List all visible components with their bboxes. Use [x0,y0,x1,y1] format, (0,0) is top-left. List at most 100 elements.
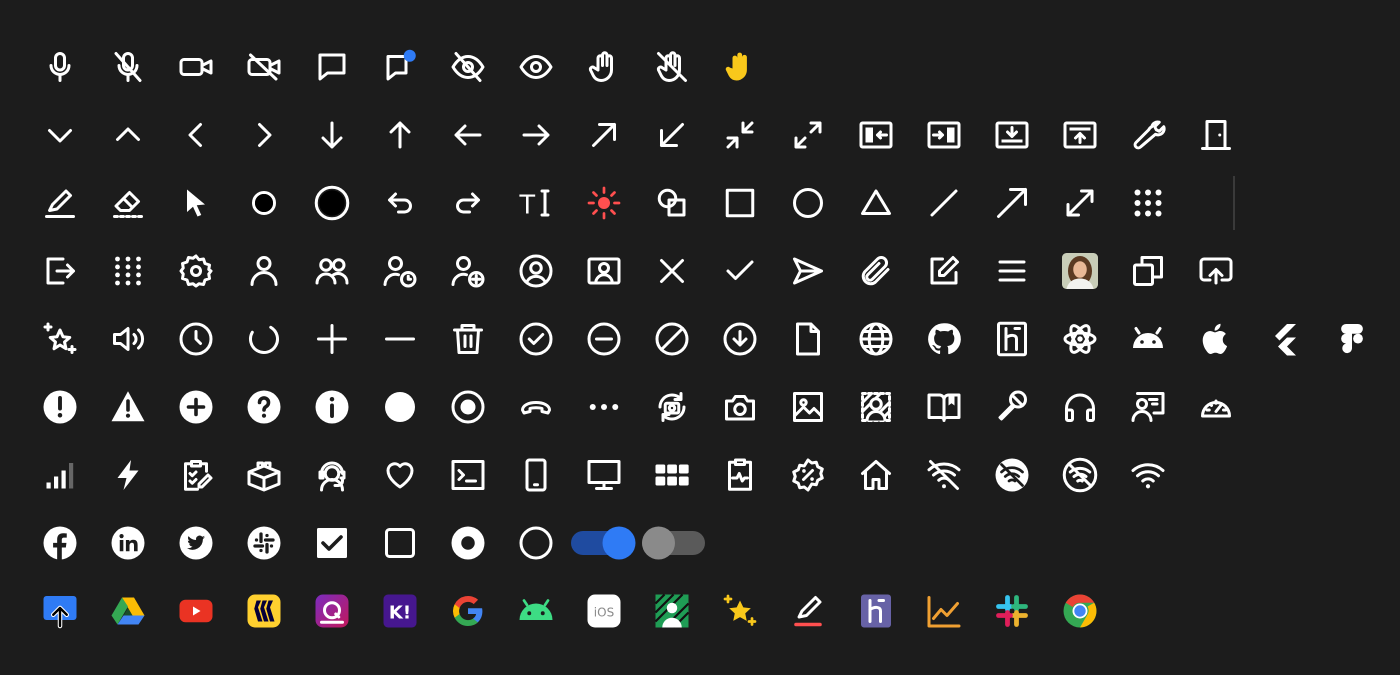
file-icon[interactable] [784,315,832,363]
headphones-icon[interactable] [1056,383,1104,431]
mobile-phone-icon[interactable] [512,451,560,499]
warning-triangle-icon[interactable] [104,383,152,431]
minus-icon[interactable] [376,315,424,363]
checkbox-empty-icon[interactable] [376,519,424,567]
heroku-icon[interactable] [988,315,1036,363]
arrow-tool-icon[interactable] [988,179,1036,227]
signal-bars-icon[interactable] [36,451,84,499]
close-icon[interactable] [648,247,696,295]
support-agent-icon[interactable] [308,451,356,499]
radio-target-icon[interactable] [444,383,492,431]
arrow-right-icon[interactable] [512,111,560,159]
wrench-icon[interactable] [1124,111,1172,159]
user-icon[interactable] [240,247,288,295]
react-icon[interactable] [1056,315,1104,363]
edit-icon[interactable] [920,247,968,295]
grid-layout-icon[interactable] [648,451,696,499]
arrow-down-icon[interactable] [308,111,356,159]
send-icon[interactable] [784,247,832,295]
quip-icon[interactable] [308,587,356,635]
sparkles-icon[interactable] [36,315,84,363]
maximize-icon[interactable] [784,111,832,159]
youtube-icon[interactable] [172,587,220,635]
lego-brick-icon[interactable] [240,451,288,499]
user-add-icon[interactable] [444,247,492,295]
plus-circle-filled-icon[interactable] [172,383,220,431]
microphone-icon[interactable] [36,43,84,91]
pen-icon[interactable] [36,179,84,227]
check-icon[interactable] [716,247,764,295]
line-icon[interactable] [920,179,968,227]
miro-icon[interactable] [240,587,288,635]
toggle-on-icon[interactable] [571,519,636,567]
block-icon[interactable] [648,315,696,363]
panel-expand-right-icon[interactable] [920,111,968,159]
more-horizontal-icon[interactable] [580,383,628,431]
circle-icon[interactable] [784,179,832,227]
panel-collapse-left-icon[interactable] [852,111,900,159]
google-icon[interactable] [444,587,492,635]
hand-raise-yellow-icon[interactable] [716,43,764,91]
door-icon[interactable] [1192,111,1240,159]
hang-up-icon[interactable] [512,383,560,431]
undo-icon[interactable] [376,179,424,227]
heart-icon[interactable] [376,451,424,499]
eye-off-icon[interactable] [444,43,492,91]
user-clock-icon[interactable] [376,247,424,295]
trash-icon[interactable] [444,315,492,363]
chevron-down-icon[interactable] [36,111,84,159]
chart-line-orange-icon[interactable] [920,587,968,635]
heroku-purple-icon[interactable] [852,587,900,635]
virtual-background-icon[interactable] [852,383,900,431]
chat-bubble-unread-icon[interactable] [376,43,424,91]
lightning-icon[interactable] [104,451,152,499]
apple-icon[interactable] [1192,315,1240,363]
double-arrow-icon[interactable] [1056,179,1104,227]
brush-size-large-icon[interactable] [308,179,356,227]
globe-icon[interactable] [852,315,900,363]
chevron-left-icon[interactable] [172,111,220,159]
presenter-icon[interactable] [1124,383,1172,431]
pen-red-icon[interactable] [784,587,832,635]
github-icon[interactable] [920,315,968,363]
hand-raise-off-icon[interactable] [648,43,696,91]
clock-icon[interactable] [172,315,220,363]
laser-pointer-icon[interactable] [580,179,628,227]
alert-circle-icon[interactable] [36,383,84,431]
shapes-icon[interactable] [648,179,696,227]
chrome-icon[interactable] [1056,587,1104,635]
wifi-off-circle-icon[interactable] [1056,451,1104,499]
copy-icon[interactable] [1124,247,1172,295]
brush-size-small-icon[interactable] [240,179,288,227]
clipboard-edit-icon[interactable] [172,451,220,499]
slack-icon[interactable] [240,519,288,567]
book-open-icon[interactable] [920,383,968,431]
paperclip-icon[interactable] [852,247,900,295]
avatar-photo[interactable] [1056,247,1104,295]
home-icon[interactable] [852,451,900,499]
linkedin-icon[interactable] [104,519,152,567]
speaker-icon[interactable] [104,315,152,363]
google-drive-icon[interactable] [104,587,152,635]
triangle-icon[interactable] [852,179,900,227]
facebook-icon[interactable] [36,519,84,567]
android-icon[interactable] [1124,315,1172,363]
screen-share-blue-icon[interactable] [36,587,84,635]
android-green-icon[interactable] [512,587,560,635]
screen-share-icon[interactable] [1192,247,1240,295]
tray-download-icon[interactable] [988,111,1036,159]
radio-empty-icon[interactable] [512,519,560,567]
microphone-off-icon[interactable] [104,43,152,91]
monitor-icon[interactable] [580,451,628,499]
video-camera-icon[interactable] [172,43,220,91]
switch-camera-icon[interactable] [648,383,696,431]
user-circle-icon[interactable] [512,247,560,295]
ios-icon[interactable]: iOS [580,587,628,635]
image-icon[interactable] [784,383,832,431]
apps-grid-icon[interactable] [104,247,152,295]
virtual-background-green-icon[interactable] [648,587,696,635]
id-card-icon[interactable] [580,247,628,295]
speedometer-icon[interactable] [1192,383,1240,431]
grid-dots-icon[interactable] [1124,179,1172,227]
chat-bubble-icon[interactable] [308,43,356,91]
